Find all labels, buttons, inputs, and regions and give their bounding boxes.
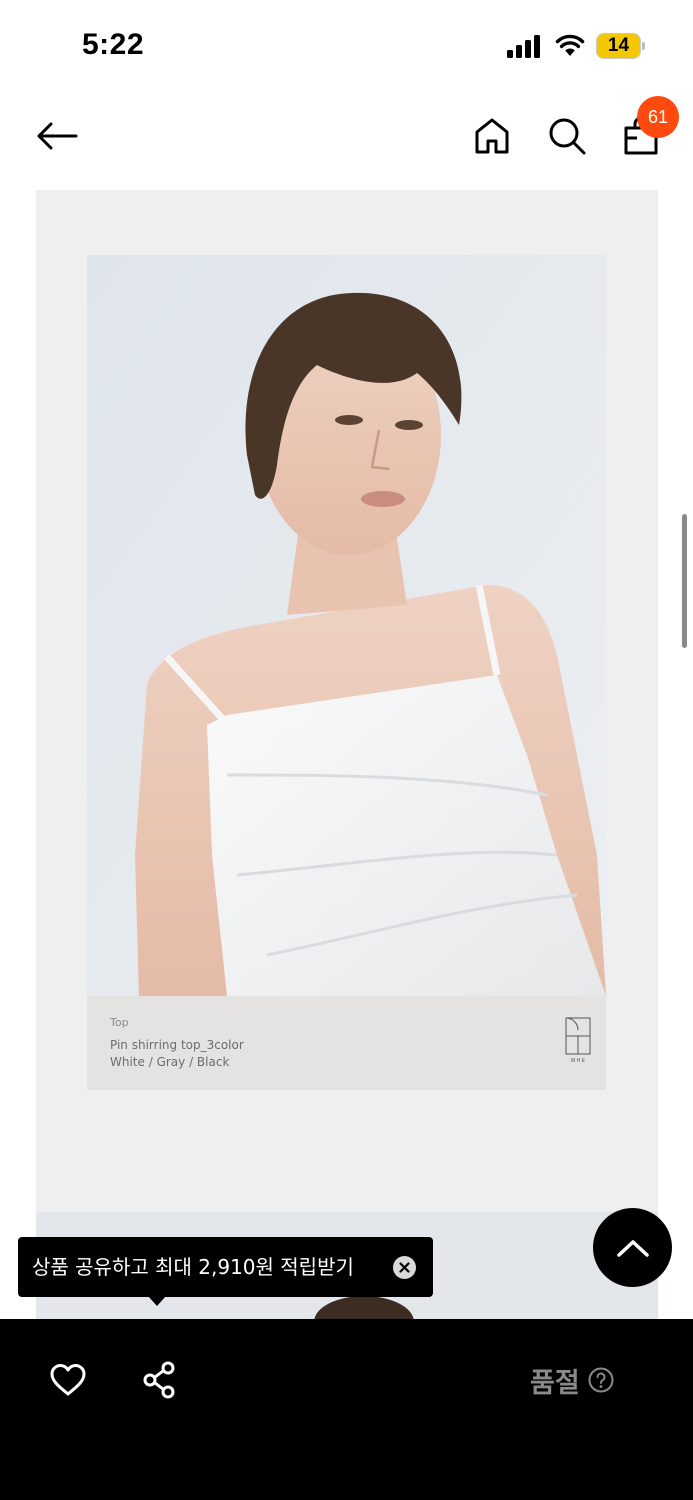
product-name: Pin shirring top_3color <box>110 1038 244 1052</box>
status-time: 5:22 <box>82 28 145 61</box>
status-bar: 5:22 14 <box>0 0 693 90</box>
scroll-to-top-button[interactable] <box>593 1208 672 1287</box>
arrow-left-icon <box>37 122 78 150</box>
cart-count-badge: 61 <box>637 96 679 138</box>
chevron-up-icon <box>616 1239 649 1257</box>
sold-out-label: 품절 <box>530 1367 580 1399</box>
product-colors: White / Gray / Black <box>110 1055 230 1069</box>
search-button[interactable] <box>539 100 595 172</box>
product-model-photo <box>87 255 606 996</box>
tooltip-close-button[interactable] <box>393 1256 416 1279</box>
bottom-action-bar: 품절 <box>0 1319 693 1500</box>
share-button[interactable] <box>132 1357 188 1403</box>
svg-text:M H E: M H E <box>571 1058 586 1064</box>
heart-outline-icon <box>50 1364 86 1396</box>
battery-icon: 14 <box>596 33 646 59</box>
brand-logo: M H E <box>565 1017 591 1064</box>
product-category: Top <box>110 1016 129 1029</box>
search-icon <box>549 118 586 155</box>
home-icon <box>475 118 509 154</box>
top-navigation <box>0 100 693 180</box>
question-circle-icon[interactable] <box>588 1367 614 1393</box>
cellular-signal-icon <box>507 34 543 58</box>
share-icon <box>143 1361 175 1399</box>
close-circle-icon <box>399 1262 410 1273</box>
product-caption: Top Pin shirring top_3color White / Gray… <box>87 996 606 1090</box>
share-reward-text: 상품 공유하고 최대 2,910원 적립받기 <box>32 1255 354 1279</box>
scrollbar[interactable] <box>682 514 687 648</box>
back-button[interactable] <box>29 100 85 172</box>
home-button[interactable] <box>464 100 520 172</box>
share-reward-tooltip: 상품 공유하고 최대 2,910원 적립받기 <box>18 1237 433 1297</box>
battery-level: 14 <box>607 35 630 56</box>
tooltip-pointer <box>148 1296 166 1306</box>
wishlist-button[interactable] <box>40 1357 96 1403</box>
wifi-icon <box>555 34 585 56</box>
sold-out-status: 품절 <box>530 1360 614 1400</box>
product-image-card: Top Pin shirring top_3color White / Gray… <box>87 255 606 1090</box>
